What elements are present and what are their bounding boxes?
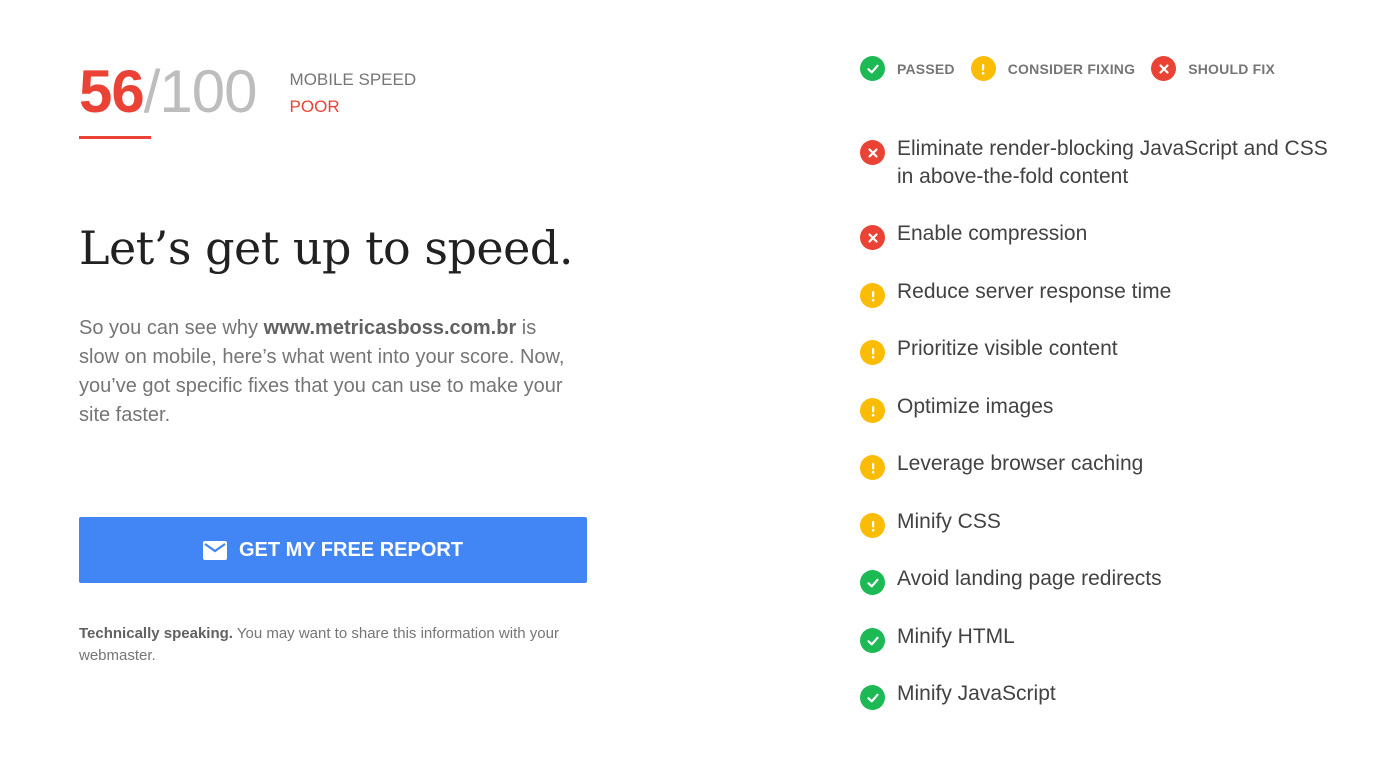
site-url: www.metricasboss.com.br	[263, 317, 517, 339]
get-report-button[interactable]: GET MY FREE REPORT	[79, 517, 587, 583]
technical-note-title: Technically speaking.	[79, 625, 233, 642]
rule-item: Enable compression	[860, 220, 1087, 250]
rule-label: Reduce server response time	[897, 280, 1172, 303]
score-rating: POOR	[289, 97, 340, 116]
technical-note: Technically speaking. You may want to sh…	[79, 623, 589, 667]
rule-label: Avoid landing page redirects	[897, 567, 1162, 590]
check-icon	[860, 628, 885, 653]
rule-item: Reduce server response time	[860, 278, 1171, 308]
score-description: So you can see why www.metricasboss.com.…	[79, 314, 569, 430]
rule-item: Minify CSS	[860, 508, 1001, 538]
score-max: 100	[159, 58, 257, 125]
check-icon	[860, 570, 885, 595]
exclamation-icon	[860, 513, 885, 538]
x-icon	[860, 225, 885, 250]
rule-item: Optimize images	[860, 393, 1053, 423]
rule-label: Minify CSS	[897, 510, 1001, 533]
rule-item: Minify JavaScript	[860, 680, 1056, 710]
rule-label: Prioritize visible content	[897, 337, 1118, 360]
score-block: 56/100 MOBILE SPEED POOR	[79, 56, 416, 128]
exclamation-icon	[860, 283, 885, 308]
legend-item-pass: PASSED	[860, 56, 955, 81]
speed-score: 56/100	[79, 56, 258, 128]
legend-label: CONSIDER FIXING	[1007, 60, 1136, 77]
rule-item: Minify HTML	[860, 623, 1015, 653]
legend-item-warn: CONSIDER FIXING	[970, 56, 1136, 81]
score-label: MOBILE SPEED	[289, 70, 417, 89]
get-report-label: GET MY FREE REPORT	[238, 538, 464, 561]
rule-item: Leverage browser caching	[860, 450, 1143, 480]
exclamation-icon	[860, 455, 885, 480]
legend-label: PASSED	[897, 60, 955, 77]
rule-label: Eliminate render-blocking JavaScript and…	[897, 137, 1328, 188]
exclamation-icon	[860, 398, 885, 423]
description-intro: So you can see why	[79, 317, 264, 339]
rule-label: Enable compression	[897, 222, 1088, 245]
page-headline: Let’s get up to speed.	[79, 221, 573, 275]
score-separator: /	[143, 58, 161, 125]
rule-item: Eliminate render-blocking JavaScript and…	[860, 135, 1330, 191]
rule-label: Leverage browser caching	[897, 452, 1144, 475]
check-icon	[860, 56, 885, 81]
rule-label: Optimize images	[897, 395, 1054, 418]
exclamation-icon	[970, 56, 996, 81]
score-underline	[79, 136, 151, 139]
legend-label: SHOULD FIX	[1188, 60, 1275, 77]
check-icon	[860, 685, 885, 710]
x-icon	[1151, 56, 1177, 81]
status-legend: PASSED CONSIDER FIXING SHOULD FIX	[860, 56, 1291, 81]
rule-item: Avoid landing page redirects	[860, 565, 1162, 595]
score-meta: MOBILE SPEED POOR	[290, 66, 417, 120]
mail-icon	[202, 540, 227, 560]
legend-item-fail: SHOULD FIX	[1151, 56, 1275, 81]
rule-label: Minify HTML	[897, 625, 1015, 648]
rule-label: Minify JavaScript	[897, 682, 1056, 705]
score-value: 56	[79, 58, 145, 125]
rule-item: Prioritize visible content	[860, 335, 1118, 365]
exclamation-icon	[860, 340, 885, 365]
x-icon	[860, 140, 885, 165]
